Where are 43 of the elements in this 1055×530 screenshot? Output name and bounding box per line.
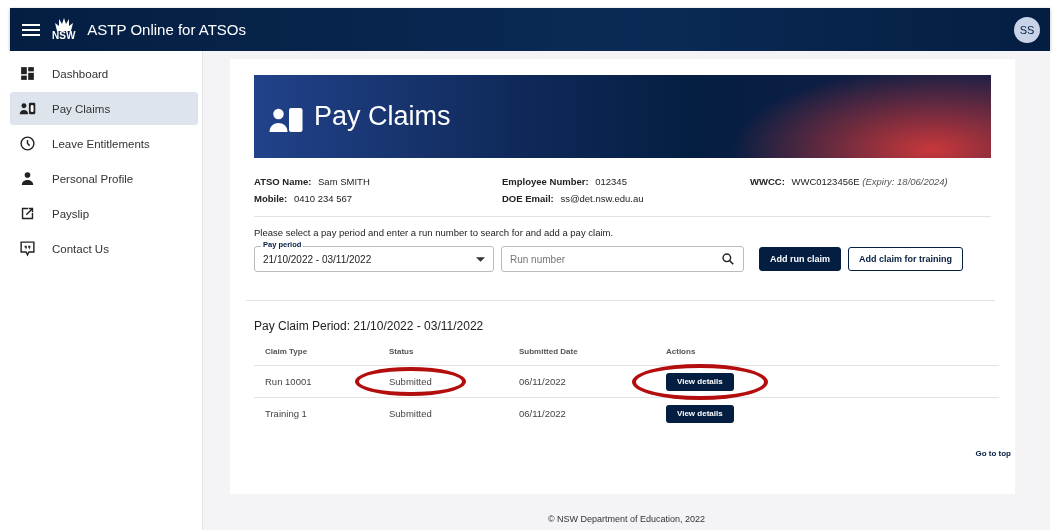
person-icon <box>19 170 36 187</box>
detail-text: ATSO Name: Sam SMITH <box>254 176 371 187</box>
table-cell: Training 1 <box>265 408 307 419</box>
sidebar-item[interactable]: Dashboard <box>10 57 198 90</box>
external-icon <box>19 205 36 222</box>
table-cell: 06/11/2022 <box>519 408 566 419</box>
detail-text: DOE Email: ss@det.nsw.edu.au <box>502 193 645 204</box>
column-header: Submitted Date <box>519 347 578 356</box>
sidebar-item[interactable]: Payslip <box>10 197 198 230</box>
page-title: Pay Claims <box>314 101 451 132</box>
column-header: Status <box>389 347 414 356</box>
column-header: Actions <box>666 347 696 356</box>
footer-text: © NSW Department of Education, 2022 <box>547 514 706 526</box>
user-avatar[interactable]: SS <box>1014 16 1040 43</box>
sidebar-item[interactable]: Personal Profile <box>10 162 198 195</box>
go-to-top-link[interactable]: Go to top <box>975 449 1011 458</box>
table-cell: 06/11/2022 <box>519 376 566 387</box>
detail-text: Mobile: 0410 234 567 <box>254 193 353 204</box>
dashboard-icon <box>19 65 36 82</box>
sidebar-item[interactable]: Pay Claims <box>10 92 198 125</box>
menu-icon[interactable] <box>22 22 40 37</box>
badge-icon <box>19 100 36 117</box>
run-number-field[interactable]: Run number <box>501 246 744 272</box>
view-details-button[interactable]: View details <box>666 372 734 391</box>
chat-icon <box>19 240 36 257</box>
app-title: ASTP Online for ATSOs <box>87 21 247 38</box>
view-details-button[interactable]: View details <box>666 404 734 423</box>
search-icon[interactable] <box>721 252 735 266</box>
nsw-logo: NSW <box>52 18 76 41</box>
sidebar-item[interactable]: Contact Us <box>10 232 198 265</box>
table-cell: Run 10001 <box>265 376 312 387</box>
detail-text: Employee Number: 012345 <box>502 176 628 187</box>
caret-icon <box>476 256 485 262</box>
column-header: Claim Type <box>265 347 308 356</box>
sidebar-item[interactable]: Leave Entitlements <box>10 127 198 160</box>
add-training-claim-button[interactable]: Add claim for training <box>848 247 964 271</box>
period-heading: Pay Claim Period: 21/10/2022 - 03/11/2022 <box>254 319 485 333</box>
clock-icon <box>19 135 36 152</box>
detail-text: WWCC: WWC0123456E (Expiry: 18/06/2024) <box>750 176 949 187</box>
table-cell: Submitted <box>389 376 432 387</box>
table-cell: Submitted <box>389 408 432 419</box>
instruction-text: Please select a pay period and enter a run number to search for and add a pay claim. <box>254 227 615 238</box>
add-run-claim-button[interactable]: Add run claim <box>759 247 841 271</box>
